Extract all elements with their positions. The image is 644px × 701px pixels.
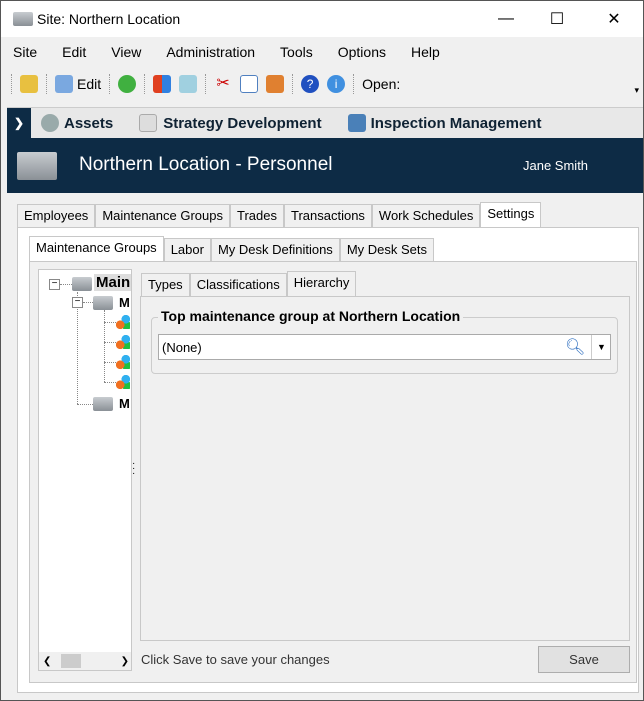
minimize-button[interactable]: — xyxy=(483,1,529,37)
subtab-maintenance-groups[interactable]: Maintenance Groups xyxy=(29,236,164,261)
copy-icon[interactable] xyxy=(240,75,259,93)
menu-view[interactable]: View xyxy=(111,44,141,60)
tab-transactions[interactable]: Transactions xyxy=(283,204,372,227)
open-folder-icon[interactable] xyxy=(20,75,38,93)
tab-hierarchy[interactable]: Hierarchy xyxy=(286,271,357,296)
collapse-icon[interactable]: − xyxy=(72,297,83,308)
gears-icon xyxy=(41,114,59,132)
link-icon[interactable] xyxy=(179,75,198,93)
building-icon xyxy=(93,296,113,310)
tree-node-root[interactable]: Main xyxy=(94,274,131,291)
scroll-left-icon[interactable]: ❮ xyxy=(43,656,51,667)
subtab-my-desk-definitions[interactable]: My Desk Definitions xyxy=(210,238,340,261)
cubes-icon[interactable] xyxy=(116,315,130,329)
maximize-button[interactable]: ☐ xyxy=(534,1,580,37)
site-building-icon xyxy=(17,152,57,180)
menu-options[interactable]: Options xyxy=(338,44,386,60)
expand-chevron-icon[interactable]: ❯ xyxy=(7,107,31,139)
document-icon xyxy=(139,114,158,132)
site-icon xyxy=(13,12,33,26)
tab-types[interactable]: Types xyxy=(141,273,190,296)
main-tabs: Employees Maintenance Groups Trades Tran… xyxy=(17,202,542,227)
info-icon[interactable]: i xyxy=(327,75,346,93)
horizontal-scrollbar[interactable]: ❮ ❯ xyxy=(39,652,131,670)
tree-view[interactable]: − Main − M M ❮ ❯ xyxy=(38,269,132,671)
tab-employees[interactable]: Employees xyxy=(17,204,96,227)
tab-settings[interactable]: Settings xyxy=(480,202,542,227)
menu-tools[interactable]: Tools xyxy=(280,44,313,60)
sub-tabs: Maintenance Groups Labor My Desk Definit… xyxy=(29,236,434,261)
toolbar-overflow-icon[interactable]: ▾ xyxy=(634,85,639,96)
edit-button[interactable]: Edit xyxy=(77,76,101,92)
dropdown-arrow-icon[interactable]: ▼ xyxy=(591,335,611,359)
refresh-icon[interactable] xyxy=(118,75,137,93)
gauge-icon xyxy=(347,114,366,132)
hierarchy-panel: Top maintenance group at Northern Locati… xyxy=(140,296,630,641)
edit-icon[interactable] xyxy=(55,75,73,93)
paste-icon[interactable] xyxy=(266,75,285,93)
menu-help[interactable]: Help xyxy=(411,44,440,60)
cubes-icon[interactable] xyxy=(116,335,130,349)
menu-site[interactable]: Site xyxy=(13,44,37,60)
building-icon xyxy=(72,277,92,291)
windows-icon[interactable] xyxy=(153,75,172,93)
group-box-label: Top maintenance group at Northern Locati… xyxy=(158,308,464,324)
menu-administration[interactable]: Administration xyxy=(166,44,255,60)
module-assets[interactable]: Assets xyxy=(64,115,113,132)
module-bar: ❯ Assets Strategy Development Inspection… xyxy=(7,107,643,139)
scroll-right-icon[interactable]: ❯ xyxy=(121,656,129,667)
tab-maintenance-groups[interactable]: Maintenance Groups xyxy=(95,204,230,227)
group-box: Top maintenance group at Northern Locati… xyxy=(151,308,618,374)
module-inspection-management[interactable]: Inspection Management xyxy=(371,115,542,132)
tree-node[interactable]: M xyxy=(119,295,130,310)
search-icon[interactable]: 🔍︎ xyxy=(565,337,585,357)
cut-icon[interactable]: ✂ xyxy=(214,75,232,93)
tree-node[interactable]: M xyxy=(119,396,130,411)
collapse-icon[interactable]: − xyxy=(49,279,60,290)
subtab-my-desk-sets[interactable]: My Desk Sets xyxy=(339,238,434,261)
tab-work-schedules[interactable]: Work Schedules xyxy=(371,204,481,227)
window-title: Site: Northern Location xyxy=(37,11,181,27)
cubes-icon[interactable] xyxy=(116,375,130,389)
toolbar: Edit ✂ ? i Open: ▾ xyxy=(1,69,643,99)
save-button[interactable]: Save xyxy=(538,646,630,673)
close-button[interactable]: ✕ xyxy=(591,1,637,37)
page-title: Northern Location - Personnel xyxy=(79,154,333,175)
help-icon[interactable]: ? xyxy=(301,75,320,93)
inner-tabs: Types Classifications Hierarchy xyxy=(141,271,357,296)
open-label: Open: xyxy=(362,76,401,92)
tab-trades[interactable]: Trades xyxy=(230,204,284,227)
top-group-selector[interactable]: (None) 🔍︎ ▼ xyxy=(158,334,611,360)
splitter-handle[interactable]: · · · xyxy=(132,459,135,479)
top-group-value: (None) xyxy=(162,340,202,355)
user-name: Jane Smith xyxy=(523,158,589,173)
building-icon xyxy=(93,397,113,411)
cubes-icon[interactable] xyxy=(116,355,130,369)
scroll-thumb[interactable] xyxy=(61,654,81,668)
menu-edit[interactable]: Edit xyxy=(62,44,86,60)
page-header: Northern Location - Personnel Jane Smith xyxy=(7,138,643,193)
status-message: Click Save to save your changes xyxy=(141,652,330,667)
app-window: Site: Northern Location — ☐ ✕ Site Edit … xyxy=(0,0,644,701)
module-strategy-development[interactable]: Strategy Development xyxy=(163,115,321,132)
title-bar: Site: Northern Location — ☐ ✕ xyxy=(1,1,643,37)
menu-bar: Site Edit View Administration Tools Opti… xyxy=(1,37,643,67)
tab-classifications[interactable]: Classifications xyxy=(189,273,287,296)
subtab-labor[interactable]: Labor xyxy=(163,238,211,261)
